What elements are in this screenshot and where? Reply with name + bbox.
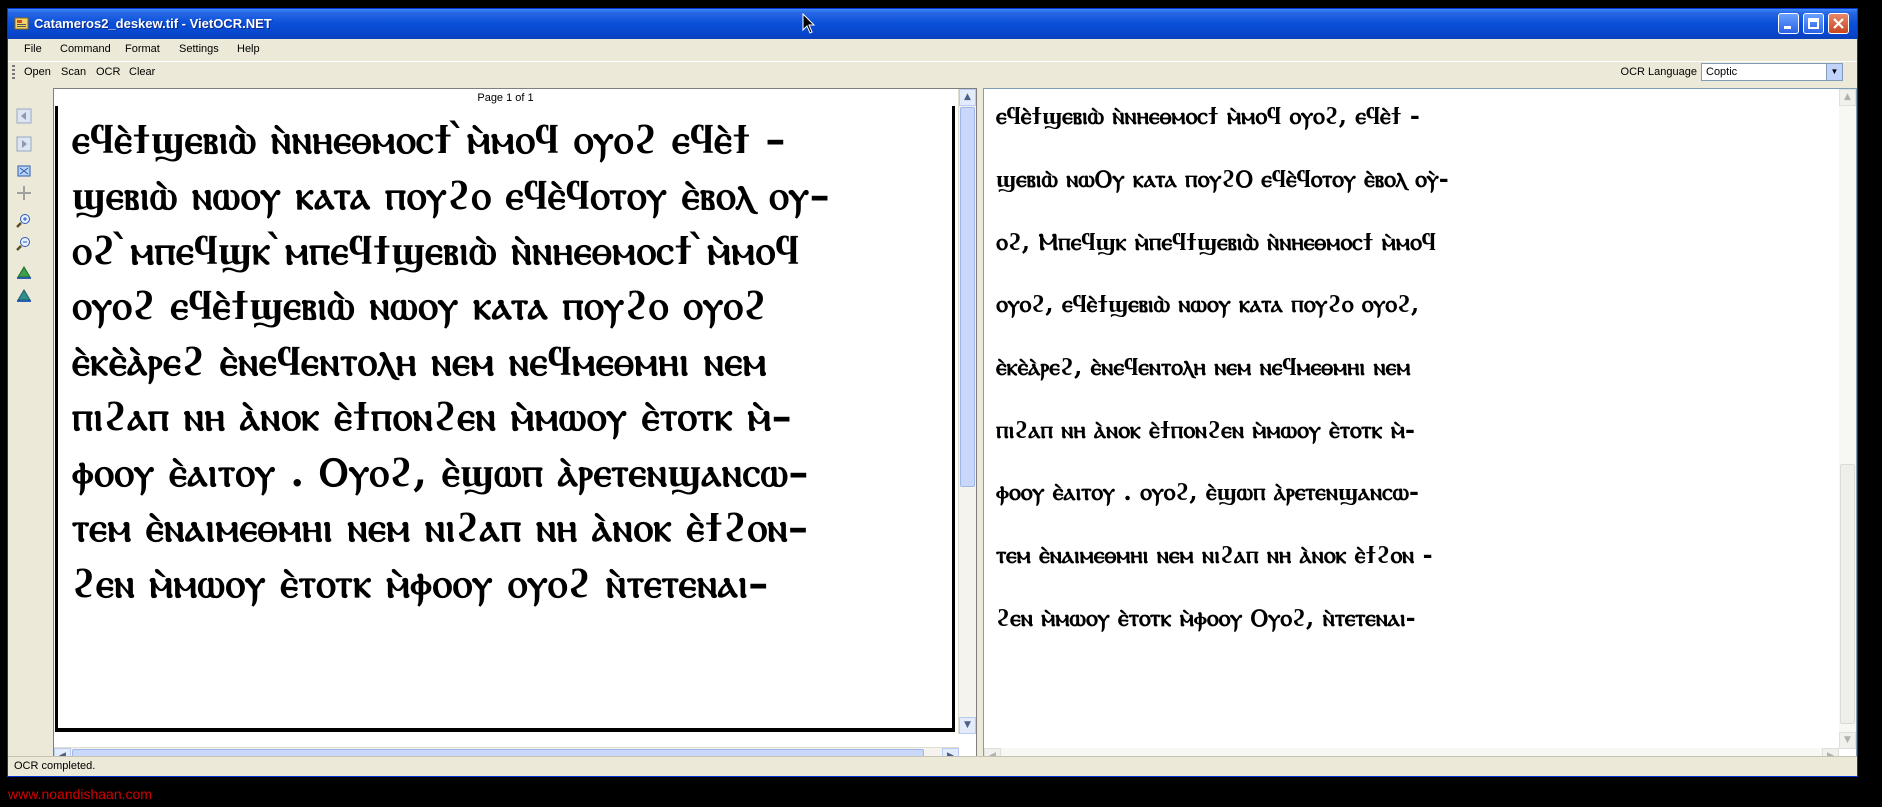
ocr-language-value: Coptic [1706, 66, 1738, 78]
app-icon [14, 17, 29, 30]
image-panel[interactable]: Page 1 of 1 ⲉϥⲉ̀ϯϣⲉⲃⲓⲱ̀ ⲛ̀ⲛⲏⲉⲑⲙⲟⲥϯ ̀ⲙ̀ⲙⲟ… [53, 88, 977, 766]
menu-file[interactable]: File [24, 43, 42, 55]
ocr-text-line: ⲟϩ, Ⲙⲡⲉϥϣⲕ ⲙ̀ⲡⲉϥϯϣⲉⲃⲓⲱ̀ ⲛ̀ⲛⲏⲉⲑⲙⲟⲥϯ ⲙ̀ⲙⲟϥ [996, 227, 1436, 256]
close-icon [1833, 18, 1844, 29]
scan-line: ϩⲉⲛ ⲙ̀ⲙⲱⲟⲩ ⲉ̀ⲧⲟⲧⲕ ⲙ̀ⲫⲟⲟⲩ ⲟⲩⲟϩ ⲛ̀ⲧⲉⲧⲉⲛⲁⲓ– [72, 560, 769, 607]
mouse-cursor-icon [802, 13, 816, 34]
scan-line: ⲫⲟⲟⲩ ⲉ̀ⲁⲓⲧⲟⲩ . Ⲟⲩⲟϩ, ⲉ̀ϣⲱⲡ ⲁ̀ⲣⲉⲧⲉⲛϣⲁⲛⲥⲱ– [72, 449, 809, 496]
ocr-text-line: ⲉ̀ⲕⲉ̀ⲁ̀ⲣⲉϩ, ⲉ̀ⲛⲉϥⲉⲛⲧⲟⲗⲏ ⲛⲉⲙ ⲛⲉϥⲙⲉⲑⲙⲏⲓ ⲛⲉ… [996, 352, 1411, 381]
ocr-button[interactable]: OCR [96, 66, 120, 78]
watermark: www.noandishaan.com [8, 786, 152, 802]
scroll-thumb[interactable] [1840, 464, 1855, 724]
scan-line: ⲉϥⲉ̀ϯϣⲉⲃⲓⲱ̀ ⲛ̀ⲛⲏⲉⲑⲙⲟⲥϯ ̀ⲙ̀ⲙⲟϥ ⲟⲩⲟϩ ⲉϥⲉ̀ϯ… [72, 116, 786, 163]
scan-line: ⲧⲉⲙ ⲉ̀ⲛⲁⲓⲙⲉⲑⲙⲏⲓ ⲛⲉⲙ ⲛⲓϩⲁⲡ ⲛⲏ ⲁ̀ⲛⲟⲕ ⲉ̀ϯϩⲟ… [72, 504, 809, 551]
open-button[interactable]: Open [24, 66, 51, 78]
scan-button[interactable]: Scan [61, 66, 86, 78]
menu-command[interactable]: Command [60, 43, 111, 55]
scan-line: ⲟϩ ̀ⲙⲡⲉϥϣⲕ ̀ⲙⲡⲉϥϯϣⲉⲃⲓⲱ̀ ⲛ̀ⲛⲏⲉⲑⲙⲟⲥϯ ̀ⲙ̀ⲙⲟ… [72, 227, 800, 274]
ocr-text-line: ⲧⲉⲙ ⲉ̀ⲛⲁⲓⲙⲉⲑⲙⲏⲓ ⲛⲉⲙ ⲛⲓϩⲁⲡ ⲛⲏ ⲁ̀ⲛⲟⲕ ⲉ̀ϯϩⲟ… [996, 540, 1433, 569]
image-tool-strip [10, 82, 36, 765]
ocr-text-area[interactable]: ⲉϥⲉ̀ϯϣⲉⲃⲓⲱ̀ ⲛ̀ⲛⲏⲉⲑⲙⲟⲥϯ ⲙ̀ⲙⲟϥ ⲟⲩⲟϩ, ⲉϥⲉ̀ϯ… [983, 88, 1857, 766]
chevron-down-icon[interactable]: ▼ [1826, 64, 1842, 80]
maximize-icon [1808, 18, 1819, 29]
actual-size-icon[interactable] [16, 185, 32, 201]
ocr-text-line: ⲉϥⲉ̀ϯϣⲉⲃⲓⲱ̀ ⲛ̀ⲛⲏⲉⲑⲙⲟⲥϯ ⲙ̀ⲙⲟϥ ⲟⲩⲟϩ, ⲉϥⲉ̀ϯ… [996, 101, 1420, 130]
ocr-text-line: ⲟⲩⲟϩ, ⲉϥⲉ̀ϯϣⲉⲃⲓⲱ̀ ⲛⲱⲟⲩ ⲕⲁⲧⲁ ⲡⲟⲩϩⲟ ⲟⲩⲟϩ, [996, 289, 1420, 318]
ocr-language-select[interactable]: Coptic ▼ [1701, 63, 1843, 81]
scroll-up-icon[interactable]: ▲ [1839, 89, 1856, 106]
scan-line: ϣⲉⲃⲓⲱ̀ ⲛⲱⲟⲩ ⲕⲁⲧⲁ ⲡⲟⲩϩⲟ ⲉϥⲉ̀ϥⲟⲧⲟⲩ ⲉ̀ⲃⲟⲗ ⲟ… [72, 172, 831, 219]
rotate-right-icon[interactable] [16, 287, 32, 303]
minimize-button[interactable] [1778, 13, 1799, 34]
scroll-up-icon[interactable]: ▲ [959, 89, 976, 106]
menu-format[interactable]: Format [125, 43, 160, 55]
app-window: Catameros2_deskew.tif - VietOCR.NET File… [7, 8, 1858, 777]
ocr-language-label: OCR Language [1620, 66, 1697, 78]
next-page-icon[interactable] [16, 136, 32, 152]
scroll-thumb[interactable] [960, 107, 975, 487]
rotate-left-icon[interactable] [16, 264, 32, 280]
scroll-down-icon[interactable]: ▼ [959, 717, 976, 734]
ocr-text-line: ϩⲉⲛ ⲙ̀ⲙⲱⲟⲩ ⲉ̀ⲧⲟⲧⲕ ⲙ̀ⲫⲟⲟⲩ Ⲟⲩⲟϩ, ⲛ̀ⲧⲉⲧⲉⲛⲁⲓ… [996, 603, 1416, 632]
ocr-text-line: ϣⲉⲃⲓⲱ̀ ⲛⲱⲞⲩ ⲕⲁⲧⲁ ⲡⲟⲩϩⲞ ⲉϥⲉ̀ϥⲟⲧⲟⲩ ⲉ̀ⲃⲟⲗ ⲟ… [996, 164, 1449, 193]
scan-line: ⲡⲓϩⲁⲡ ⲛⲏ ⲁ̀ⲛⲟⲕ ⲉ̀ϯⲡⲟⲛϩⲉⲛ ⲙ̀ⲙⲱⲟⲩ ⲉ̀ⲧⲟⲧⲕ ⲙ… [72, 393, 793, 440]
toolbar-grip[interactable] [12, 65, 15, 79]
menu-help[interactable]: Help [237, 43, 260, 55]
minimize-icon [1784, 26, 1791, 29]
clear-button[interactable]: Clear [129, 66, 155, 78]
status-bar: OCR completed. [8, 756, 1857, 776]
title-bar[interactable]: Catameros2_deskew.tif - VietOCR.NET [8, 9, 1857, 39]
ocr-text-line: ⲡⲓϩⲁⲡ ⲛⲏ ⲁ̀ⲛⲟⲕ ⲉ̀ϯⲡⲟⲛϩⲉⲛ ⲙ̀ⲙⲱⲟⲩ ⲉ̀ⲧⲟⲧⲕ ⲙ… [996, 415, 1415, 444]
scroll-down-icon[interactable]: ▼ [1839, 732, 1856, 749]
prev-page-icon[interactable] [16, 108, 32, 124]
status-text: OCR completed. [14, 760, 96, 772]
text-vertical-scrollbar[interactable]: ▲ ▼ [1839, 89, 1856, 749]
fit-image-icon[interactable] [16, 163, 32, 179]
menu-bar: File Command Format Settings Help [8, 39, 1857, 59]
zoom-out-icon[interactable] [16, 236, 32, 252]
image-vertical-scrollbar[interactable]: ▲ ▼ [958, 89, 976, 734]
scan-line: ⲉ̀ⲕⲉ̀ⲁ̀ⲣⲉϩ ⲉ̀ⲛⲉϥⲉⲛⲧⲟⲗⲏ ⲛⲉⲙ ⲛⲉϥⲙⲉⲑⲙⲏⲓ ⲛⲉⲙ [72, 338, 767, 385]
menu-settings[interactable]: Settings [179, 43, 219, 55]
ocr-text-line: ⲫⲟⲟⲩ ⲉ̀ⲁⲓⲧⲟⲩ . ⲟⲩⲟϩ, ⲉ̀ϣⲱⲡ ⲁ̀ⲣⲉⲧⲉⲛϣⲁⲛⲥⲱ- [996, 477, 1419, 506]
close-button[interactable] [1828, 13, 1849, 34]
zoom-in-icon[interactable] [16, 213, 32, 229]
toolbar: Open Scan OCR Clear OCR Language Coptic … [8, 61, 1857, 82]
scan-line: ⲟⲩⲟϩ ⲉϥⲉ̀ϯϣⲉⲃⲓⲱ̀ ⲛⲱⲟⲩ ⲕⲁⲧⲁ ⲡⲟⲩϩⲟ ⲟⲩⲟϩ [72, 282, 768, 329]
window-title: Catameros2_deskew.tif - VietOCR.NET [34, 16, 272, 31]
maximize-button[interactable] [1803, 13, 1824, 34]
scanned-image[interactable]: ⲉϥⲉ̀ϯϣⲉⲃⲓⲱ̀ ⲛ̀ⲛⲏⲉⲑⲙⲟⲥϯ ̀ⲙ̀ⲙⲟϥ ⲟⲩⲟϩ ⲉϥⲉ̀ϯ… [54, 106, 959, 736]
